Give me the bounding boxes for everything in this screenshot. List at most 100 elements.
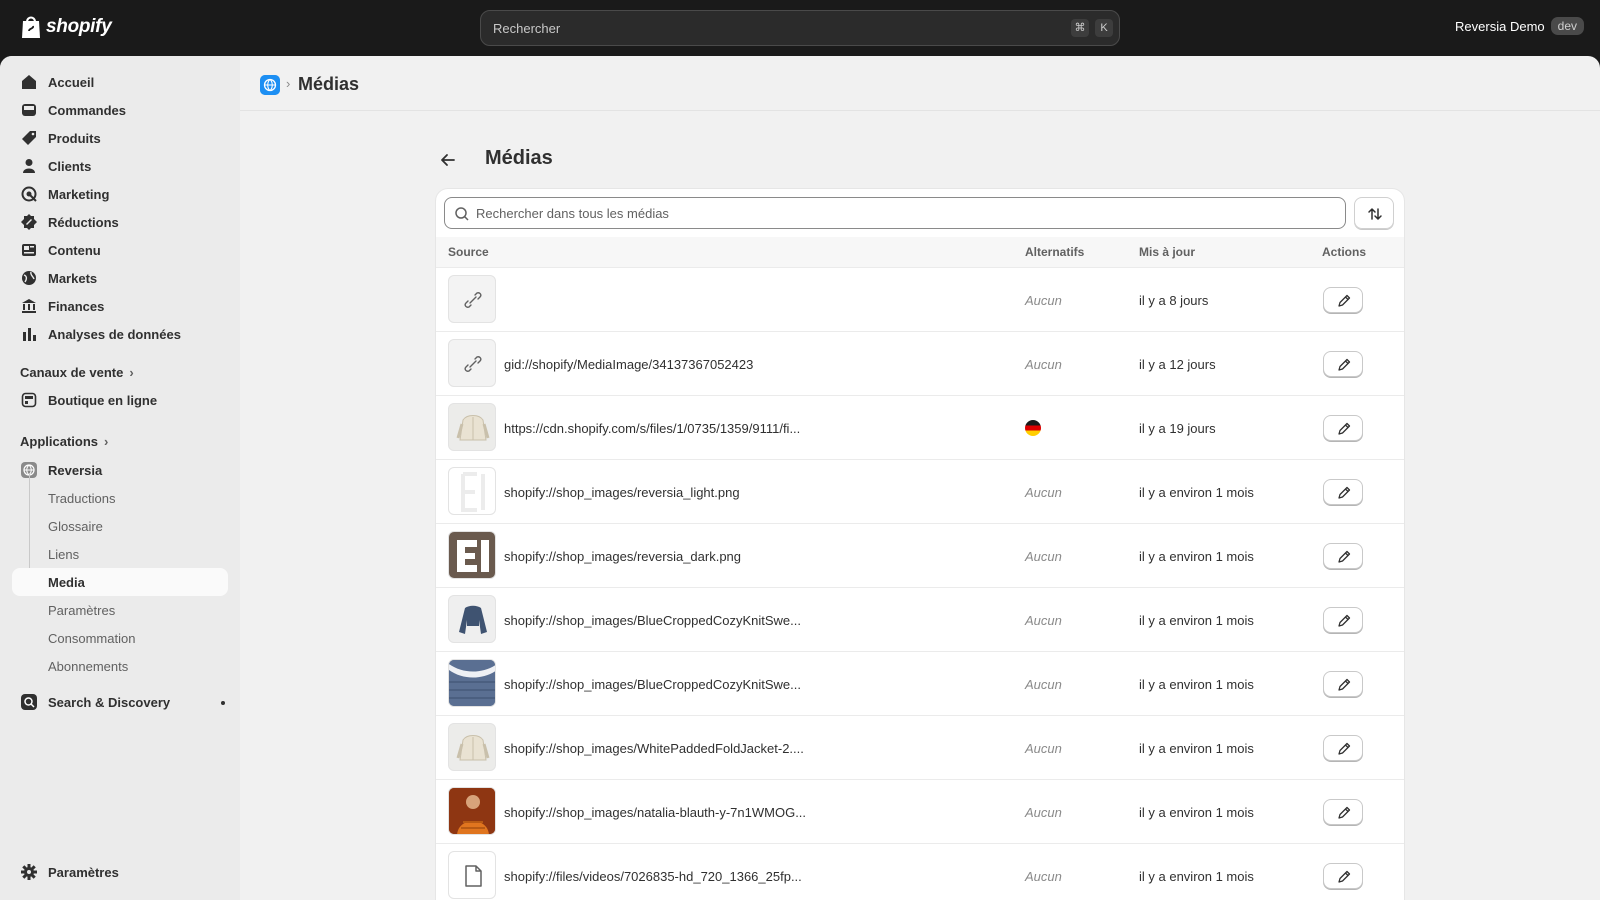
logo-text: shopify [46, 16, 112, 37]
media-thumbnail [448, 851, 496, 899]
table-row[interactable]: shopify://shop_images/natalia-blauth-y-7… [436, 779, 1404, 843]
sidebar-item-contenu[interactable]: Contenu [12, 236, 228, 264]
table-row[interactable]: shopify://shop_images/BlueCroppedCozyKni… [436, 587, 1404, 651]
page-title: Médias [485, 147, 553, 169]
table-row[interactable]: shopify://shop_images/BlueCroppedCozyKni… [436, 651, 1404, 715]
media-source: shopify://shop_images/BlueCroppedCozyKni… [504, 613, 801, 628]
media-alternatives: Aucun [1025, 485, 1062, 500]
sidebar-item-traductions[interactable]: Traductions [12, 484, 228, 512]
applications-header[interactable]: Applications › [20, 434, 108, 449]
sidebar-item-label: Abonnements [48, 659, 129, 674]
search-discovery-icon [21, 694, 37, 710]
sidebar-item-label: Paramètres [48, 865, 119, 880]
table-row[interactable]: Aucun il y a 8 jours [436, 267, 1404, 331]
media-source: shopify://shop_images/WhitePaddedFoldJac… [504, 741, 804, 756]
table-row[interactable]: shopify://shop_images/WhitePaddedFoldJac… [436, 715, 1404, 779]
sidebar-item-reversia[interactable]: Reversia [12, 456, 228, 484]
sidebar-item-finances[interactable]: Finances [12, 292, 228, 320]
store-menu[interactable]: Reversia Demo dev [1455, 17, 1584, 35]
media-updated: il y a environ 1 mois [1139, 805, 1254, 820]
sidebar-item-markets[interactable]: Markets [12, 264, 228, 292]
sidebar-item-media[interactable]: Media [12, 568, 228, 596]
media-source: gid://shopify/MediaImage/34137367052423 [504, 357, 754, 372]
edit-button[interactable] [1323, 607, 1363, 633]
pencil-icon [1338, 486, 1351, 499]
storefront-icon [21, 392, 37, 408]
admin-frame: Accueil Commandes Produits Clients Marke… [0, 56, 1600, 900]
sidebar-item-glossaire[interactable]: Glossaire [12, 512, 228, 540]
column-header-actions: Actions [1322, 245, 1367, 259]
link-icon [464, 292, 482, 308]
top-bar: shopify Rechercher ⌘ K Reversia Demo dev [0, 0, 1600, 56]
media-card: Rechercher dans tous les médias Source A… [436, 189, 1404, 900]
sidebar-item-label: Produits [48, 131, 101, 146]
content-icon [22, 244, 36, 256]
media-updated: il y a environ 1 mois [1139, 485, 1254, 500]
table-row[interactable]: shopify://shop_images/reversia_light.png… [436, 459, 1404, 523]
media-search-input[interactable]: Rechercher dans tous les médias [444, 197, 1346, 229]
media-updated: il y a environ 1 mois [1139, 549, 1254, 564]
sidebar-item-abonnements[interactable]: Abonnements [12, 652, 228, 680]
discount-icon [21, 214, 37, 230]
media-source: shopify://files/videos/7026835-hd_720_13… [504, 869, 802, 884]
sidebar-item-reductions[interactable]: Réductions [12, 208, 228, 236]
white-jacket-image [456, 415, 490, 441]
germany-flag-icon [1025, 420, 1041, 436]
orange-knit-photo-image [449, 788, 495, 834]
sidebar-item-label: Media [48, 575, 85, 590]
table-row[interactable]: gid://shopify/MediaImage/34137367052423 … [436, 331, 1404, 395]
back-arrow-icon[interactable] [438, 150, 458, 170]
sidebar-item-online-store[interactable]: Boutique en ligne [12, 386, 228, 414]
edit-button[interactable] [1323, 799, 1363, 825]
sidebar-item-label: Analyses de données [48, 327, 181, 342]
sidebar-item-consommation[interactable]: Consommation [12, 624, 228, 652]
media-source: https://cdn.shopify.com/s/files/1/0735/1… [504, 421, 801, 436]
edit-button[interactable] [1323, 671, 1363, 697]
bar-chart-icon [23, 328, 36, 341]
sidebar-item-liens[interactable]: Liens [12, 540, 228, 568]
pencil-icon [1338, 870, 1351, 883]
reversia-globe-icon[interactable] [260, 75, 280, 95]
breadcrumb-separator: › [286, 76, 291, 91]
sidebar-item-settings[interactable]: Paramètres [12, 858, 228, 886]
sidebar-item-parametres-app[interactable]: Paramètres [12, 596, 228, 624]
media-alternatives: Aucun [1025, 805, 1062, 820]
sort-button[interactable] [1354, 197, 1394, 229]
sidebar-item-analyses[interactable]: Analyses de données [12, 320, 228, 348]
table-row[interactable]: https://cdn.shopify.com/s/files/1/0735/1… [436, 395, 1404, 459]
edit-button[interactable] [1323, 863, 1363, 889]
dev-badge: dev [1550, 17, 1584, 35]
table-row[interactable]: shopify://files/videos/7026835-hd_720_13… [436, 843, 1404, 900]
sidebar-item-commandes[interactable]: Commandes [12, 96, 228, 124]
global-search-input[interactable]: Rechercher ⌘ K [480, 10, 1120, 46]
sidebar-item-produits[interactable]: Produits [12, 124, 228, 152]
edit-button[interactable] [1323, 287, 1363, 313]
edit-button[interactable] [1323, 479, 1363, 505]
edit-button[interactable] [1323, 543, 1363, 569]
edit-button[interactable] [1323, 735, 1363, 761]
pencil-icon [1338, 422, 1351, 435]
media-thumbnail [448, 787, 496, 835]
sidebar-item-label: Réductions [48, 215, 119, 230]
media-updated: il y a environ 1 mois [1139, 613, 1254, 628]
sidebar-item-search-discovery[interactable]: Search & Discovery [12, 688, 228, 716]
sidebar-item-marketing[interactable]: Marketing [12, 180, 228, 208]
sales-channels-header[interactable]: Canaux de vente › [20, 365, 134, 380]
sidebar-item-clients[interactable]: Clients [12, 152, 228, 180]
table-row[interactable]: shopify://shop_images/reversia_dark.png … [436, 523, 1404, 587]
media-source: shopify://shop_images/reversia_light.png [504, 485, 740, 500]
edit-button[interactable] [1323, 351, 1363, 377]
search-icon [455, 207, 469, 221]
k-key-badge: K [1095, 19, 1113, 37]
chevron-right-icon: › [104, 434, 109, 449]
edit-button[interactable] [1323, 415, 1363, 441]
main-content: › Médias Médias Rechercher dans tous les… [240, 56, 1600, 900]
sidebar-item-label: Accueil [48, 75, 95, 90]
shopify-logo[interactable]: shopify [20, 14, 112, 40]
media-alternatives: Aucun [1025, 741, 1062, 756]
media-search-placeholder: Rechercher dans tous les médias [476, 206, 669, 221]
sidebar-item-label: Consommation [48, 631, 136, 646]
tag-icon [22, 131, 36, 145]
sidebar-item-accueil[interactable]: Accueil [12, 68, 228, 96]
sort-arrows-icon [1368, 208, 1382, 220]
